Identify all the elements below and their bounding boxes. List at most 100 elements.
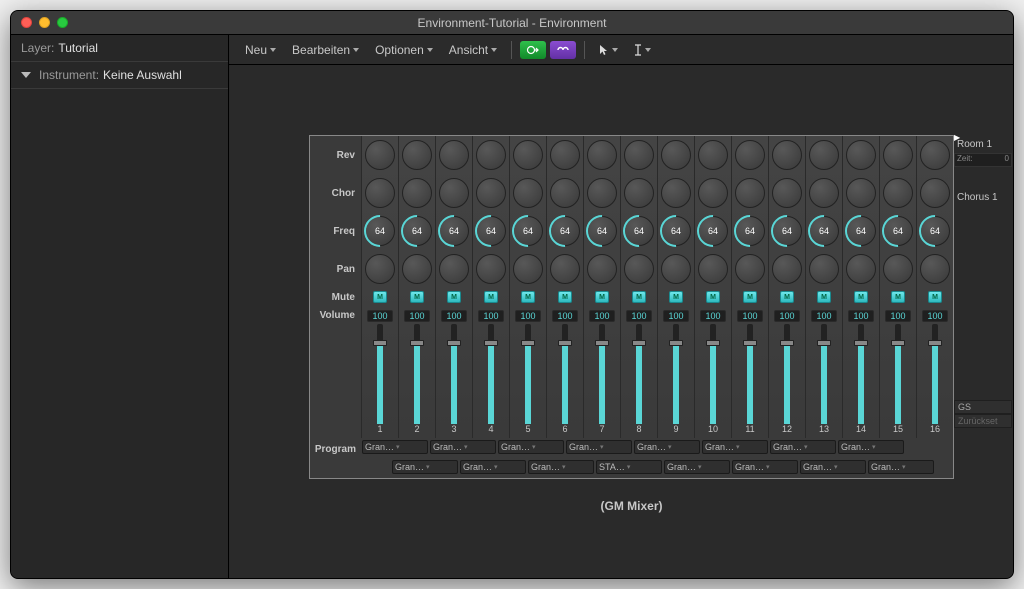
menu-ansicht[interactable]: Ansicht: [443, 40, 503, 60]
pan-knob[interactable]: [513, 254, 543, 284]
volume-slider[interactable]: [451, 324, 457, 424]
freq-knob[interactable]: 64: [402, 216, 432, 246]
volume-value[interactable]: 100: [774, 310, 800, 322]
environment-canvas[interactable]: ▶ Rev Chor Freq Pan Mute Volume 64M10016…: [229, 65, 1013, 578]
menu-optionen[interactable]: Optionen: [369, 40, 439, 60]
pan-knob[interactable]: [439, 254, 469, 284]
mute-button[interactable]: M: [780, 291, 794, 303]
volume-slider[interactable]: [710, 324, 716, 424]
reverb-knob[interactable]: [883, 140, 913, 170]
reverb-knob[interactable]: [698, 140, 728, 170]
mute-button[interactable]: M: [632, 291, 646, 303]
chorus-knob[interactable]: [587, 178, 617, 208]
volume-slider[interactable]: [747, 324, 753, 424]
reverb-knob[interactable]: [624, 140, 654, 170]
reverb-knob[interactable]: [661, 140, 691, 170]
volume-value[interactable]: 100: [922, 310, 948, 322]
pan-knob[interactable]: [809, 254, 839, 284]
volume-slider[interactable]: [562, 324, 568, 424]
pointer-tool[interactable]: [593, 41, 624, 59]
mute-button[interactable]: M: [891, 291, 905, 303]
reverb-type-selector[interactable]: Room 1: [954, 135, 1012, 153]
pan-knob[interactable]: [661, 254, 691, 284]
program-selector[interactable]: Gran…▾: [732, 460, 798, 474]
volume-value[interactable]: 100: [478, 310, 504, 322]
program-selector[interactable]: Gran…▾: [430, 440, 496, 454]
program-selector[interactable]: Gran…▾: [770, 440, 836, 454]
chorus-knob[interactable]: [772, 178, 802, 208]
mute-button[interactable]: M: [743, 291, 757, 303]
program-selector[interactable]: Gran…▾: [800, 460, 866, 474]
close-window-button[interactable]: [21, 17, 32, 28]
reset-button[interactable]: Zurückset: [954, 414, 1012, 428]
text-tool[interactable]: [628, 41, 657, 59]
link-button[interactable]: [550, 41, 576, 59]
freq-knob[interactable]: 64: [920, 216, 950, 246]
pan-knob[interactable]: [883, 254, 913, 284]
volume-value[interactable]: 100: [626, 310, 652, 322]
volume-slider[interactable]: [488, 324, 494, 424]
volume-value[interactable]: 100: [811, 310, 837, 322]
volume-value[interactable]: 100: [589, 310, 615, 322]
program-selector[interactable]: Gran…▾: [664, 460, 730, 474]
freq-knob[interactable]: 64: [809, 216, 839, 246]
pan-knob[interactable]: [476, 254, 506, 284]
freq-knob[interactable]: 64: [883, 216, 913, 246]
freq-knob[interactable]: 64: [846, 216, 876, 246]
layer-selector[interactable]: Layer: Tutorial: [11, 35, 228, 62]
gs-mode-button[interactable]: GS: [954, 400, 1012, 414]
chorus-type-selector[interactable]: Chorus 1: [954, 189, 1012, 205]
volume-slider[interactable]: [525, 324, 531, 424]
volume-slider[interactable]: [599, 324, 605, 424]
volume-slider[interactable]: [821, 324, 827, 424]
mute-button[interactable]: M: [484, 291, 498, 303]
instrument-row[interactable]: Instrument: Keine Auswahl: [11, 62, 228, 89]
volume-slider[interactable]: [895, 324, 901, 424]
volume-slider[interactable]: [673, 324, 679, 424]
freq-knob[interactable]: 64: [587, 216, 617, 246]
chorus-knob[interactable]: [846, 178, 876, 208]
volume-value[interactable]: 100: [700, 310, 726, 322]
chorus-knob[interactable]: [698, 178, 728, 208]
chorus-knob[interactable]: [920, 178, 950, 208]
volume-value[interactable]: 100: [404, 310, 430, 322]
freq-knob[interactable]: 64: [513, 216, 543, 246]
mute-button[interactable]: M: [854, 291, 868, 303]
reverb-knob[interactable]: [439, 140, 469, 170]
gm-mixer-object[interactable]: Rev Chor Freq Pan Mute Volume 64M100164M…: [309, 135, 954, 479]
freq-knob[interactable]: 64: [698, 216, 728, 246]
mute-button[interactable]: M: [558, 291, 572, 303]
volume-slider[interactable]: [932, 324, 938, 424]
chorus-knob[interactable]: [624, 178, 654, 208]
reverb-time-field[interactable]: Zeit: 0: [954, 153, 1012, 167]
chorus-knob[interactable]: [439, 178, 469, 208]
chorus-knob[interactable]: [550, 178, 580, 208]
pan-knob[interactable]: [550, 254, 580, 284]
program-selector[interactable]: Gran…▾: [868, 460, 934, 474]
mute-button[interactable]: M: [521, 291, 535, 303]
chorus-knob[interactable]: [365, 178, 395, 208]
chorus-knob[interactable]: [476, 178, 506, 208]
reverb-knob[interactable]: [772, 140, 802, 170]
reverb-knob[interactable]: [587, 140, 617, 170]
volume-slider[interactable]: [636, 324, 642, 424]
freq-knob[interactable]: 64: [772, 216, 802, 246]
program-selector[interactable]: STA…▾: [596, 460, 662, 474]
program-selector[interactable]: Gran…▾: [566, 440, 632, 454]
mute-button[interactable]: M: [669, 291, 683, 303]
reverb-knob[interactable]: [920, 140, 950, 170]
chorus-knob[interactable]: [809, 178, 839, 208]
pan-knob[interactable]: [402, 254, 432, 284]
midi-thru-button[interactable]: [520, 41, 546, 59]
volume-value[interactable]: 100: [848, 310, 874, 322]
pan-knob[interactable]: [846, 254, 876, 284]
mute-button[interactable]: M: [410, 291, 424, 303]
freq-knob[interactable]: 64: [365, 216, 395, 246]
program-selector[interactable]: Gran…▾: [392, 460, 458, 474]
program-selector[interactable]: Gran…▾: [528, 460, 594, 474]
mute-button[interactable]: M: [447, 291, 461, 303]
reverb-knob[interactable]: [550, 140, 580, 170]
menu-bearbeiten[interactable]: Bearbeiten: [286, 40, 365, 60]
volume-value[interactable]: 100: [441, 310, 467, 322]
freq-knob[interactable]: 64: [439, 216, 469, 246]
